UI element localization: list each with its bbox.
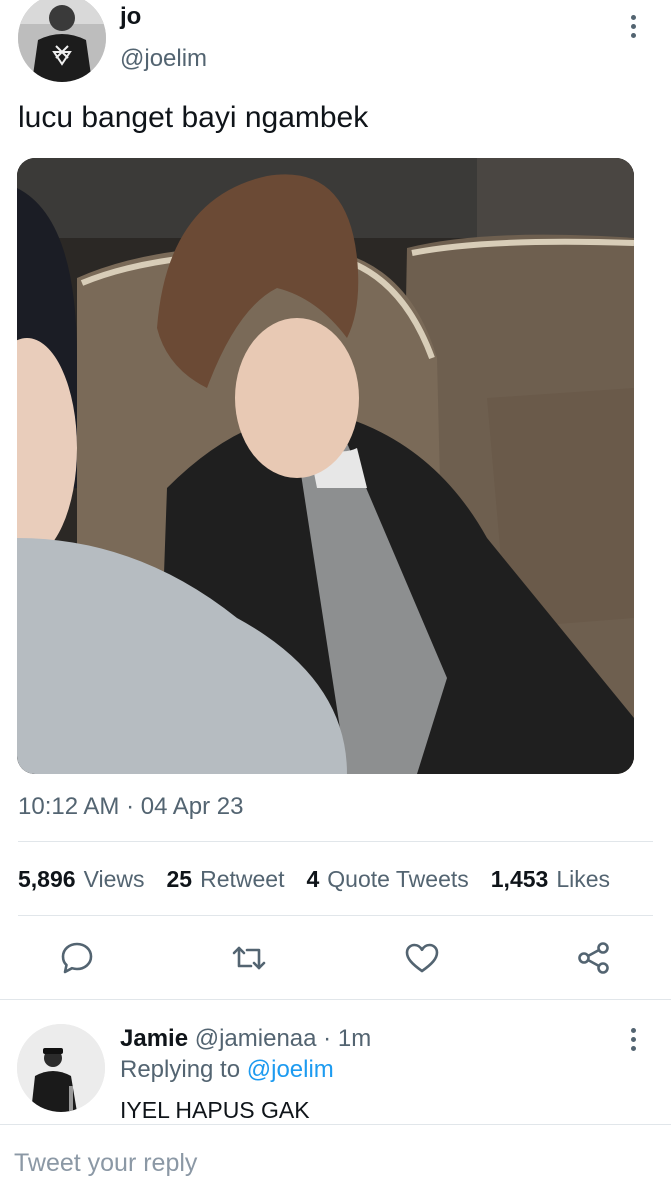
more-options-icon[interactable] bbox=[622, 12, 644, 42]
author-handle[interactable]: @joelim bbox=[120, 45, 207, 73]
reply-header: Jamie @jamienaa · 1m bbox=[120, 1025, 371, 1053]
author-name[interactable]: jo bbox=[120, 3, 141, 31]
divider bbox=[18, 915, 653, 916]
reply-author-handle[interactable]: @jamienaa bbox=[195, 1025, 317, 1052]
stat-quotes[interactable]: 4 Quote Tweets bbox=[306, 866, 468, 893]
stat-retweets-label: Retweet bbox=[200, 866, 285, 892]
reply-separator: · bbox=[323, 1025, 332, 1052]
like-icon[interactable] bbox=[404, 940, 440, 976]
reply-input[interactable] bbox=[14, 1149, 654, 1178]
share-icon[interactable] bbox=[576, 940, 612, 976]
reply-text: IYEL HAPUS GAK bbox=[120, 1097, 310, 1123]
stat-retweets-count: 25 bbox=[166, 866, 193, 892]
tweet-media[interactable] bbox=[17, 158, 634, 774]
replying-to-handle[interactable]: @joelim bbox=[247, 1056, 334, 1083]
retweet-icon[interactable] bbox=[231, 940, 267, 976]
reply-composer bbox=[0, 1124, 671, 1200]
author-avatar[interactable] bbox=[18, 0, 106, 82]
tweet-text: lucu banget bayi ngambek bbox=[18, 101, 369, 134]
divider bbox=[18, 841, 653, 842]
stat-quotes-label: Quote Tweets bbox=[327, 866, 469, 892]
divider bbox=[0, 999, 671, 1000]
stats-row: 5,896 Views 25 Retweet 4 Quote Tweets 1,… bbox=[18, 866, 632, 893]
stat-views-count: 5,896 bbox=[18, 866, 76, 892]
reply-author-avatar[interactable] bbox=[17, 1024, 105, 1112]
tweet-photo bbox=[17, 158, 634, 774]
stat-views-label: Views bbox=[83, 866, 145, 892]
tweet-timestamp[interactable]: 10:12 AM · 04 Apr 23 bbox=[18, 793, 243, 821]
stat-likes-label: Likes bbox=[556, 866, 611, 892]
reply-icon[interactable] bbox=[59, 940, 95, 976]
reply-time[interactable]: 1m bbox=[338, 1025, 371, 1052]
stat-retweets[interactable]: 25 Retweet bbox=[167, 866, 285, 893]
reply-author-name[interactable]: Jamie bbox=[120, 1025, 188, 1052]
reply-more-options-icon[interactable] bbox=[622, 1025, 644, 1055]
stat-views[interactable]: 5,896 Views bbox=[18, 866, 145, 893]
replying-to-label: Replying to bbox=[120, 1056, 241, 1083]
replying-to-line: Replying to @joelim bbox=[120, 1056, 334, 1084]
stat-quotes-count: 4 bbox=[306, 866, 320, 892]
stat-likes-count: 1,453 bbox=[490, 866, 549, 892]
stat-likes[interactable]: 1,453 Likes bbox=[491, 866, 610, 893]
